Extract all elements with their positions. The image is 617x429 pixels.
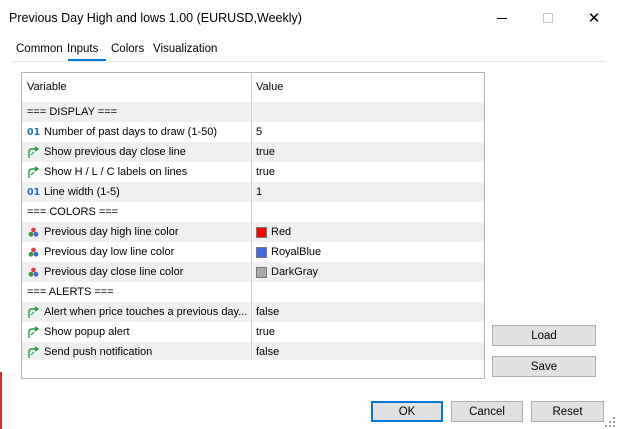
value-cell[interactable]: Red xyxy=(252,222,484,242)
value-text: true xyxy=(256,166,275,178)
variable-label: Show H / L / C labels on lines xyxy=(44,166,188,178)
save-button[interactable]: Save xyxy=(492,356,596,377)
value-text: true xyxy=(256,326,275,338)
variable-label: Send push notification xyxy=(44,346,153,358)
variable-cell: Previous day low line color xyxy=(22,242,252,262)
color-swatch[interactable] xyxy=(256,266,267,278)
value-text: 5 xyxy=(256,126,263,138)
close-button[interactable]: ✕ xyxy=(571,0,617,36)
value-text: Red xyxy=(271,226,292,238)
variable-label: Alert when price touches a previous day.… xyxy=(44,306,248,318)
background-window-edge xyxy=(0,372,2,429)
value-cell[interactable]: 5 xyxy=(252,122,484,142)
table-section-row[interactable]: === DISPLAY === xyxy=(22,102,484,122)
table-row[interactable]: Show H / L / C labels on lines true xyxy=(22,162,484,182)
color-icon xyxy=(27,226,40,239)
color-swatch[interactable] xyxy=(256,226,267,238)
variable-cell: Previous day high line color xyxy=(22,222,252,242)
value-cell[interactable]: true xyxy=(252,142,484,162)
table-row[interactable]: 01 Line width (1-5) 1 xyxy=(22,182,484,202)
variable-label: Line width (1-5) xyxy=(44,186,120,198)
title-bar: Previous Day High and lows 1.00 (EURUSD,… xyxy=(0,0,617,36)
table-empty-area xyxy=(22,360,484,378)
close-icon: ✕ xyxy=(587,8,601,27)
value-cell xyxy=(252,282,484,302)
tab-visualization[interactable]: Visualization xyxy=(153,43,217,55)
bool-icon xyxy=(27,305,40,319)
ok-button[interactable]: OK xyxy=(371,401,443,422)
value-text: false xyxy=(256,306,280,318)
reset-button[interactable]: Reset xyxy=(531,401,604,422)
value-text: true xyxy=(256,146,275,158)
variable-label: Number of past days to draw (1-50) xyxy=(44,126,218,138)
table-row[interactable]: Previous day close line color DarkGray xyxy=(22,262,484,282)
cancel-button[interactable]: Cancel xyxy=(451,401,523,422)
table-row[interactable]: Send push notification false xyxy=(22,342,484,362)
table-row[interactable]: Show previous day close line true xyxy=(22,142,484,162)
color-icon xyxy=(27,246,40,259)
bool-icon xyxy=(27,345,40,359)
bool-icon xyxy=(27,145,40,159)
table-row[interactable]: Alert when price touches a previous day.… xyxy=(22,302,484,322)
inputs-table: Variable Value === DISPLAY === 01 Number o… xyxy=(21,72,485,379)
value-cell xyxy=(252,102,484,122)
variable-cell: Show popup alert xyxy=(22,322,252,342)
variable-cell: 01 Line width (1-5) xyxy=(22,182,252,202)
variable-label: Previous day close line color xyxy=(44,266,184,278)
value-cell xyxy=(252,202,484,222)
column-header-value[interactable]: Value xyxy=(252,73,484,101)
bool-icon xyxy=(27,165,40,179)
value-text: 1 xyxy=(256,186,263,198)
table-header: Variable Value xyxy=(22,73,484,101)
variable-cell: Previous day close line color xyxy=(22,262,252,282)
variable-label: === ALERTS === xyxy=(27,286,114,298)
variable-label: Show previous day close line xyxy=(44,146,186,158)
color-icon xyxy=(27,266,40,279)
variable-cell: === DISPLAY === xyxy=(22,102,252,122)
window-title: Previous Day High and lows 1.00 (EURUSD,… xyxy=(9,11,302,25)
variable-label: Previous day low line color xyxy=(44,246,175,258)
value-text: false xyxy=(256,346,280,358)
tab-colors[interactable]: Colors xyxy=(111,43,144,55)
value-cell[interactable]: RoyalBlue xyxy=(252,242,484,262)
variable-cell: 01 Number of past days to draw (1-50) xyxy=(22,122,252,142)
tab-common[interactable]: Common xyxy=(16,43,63,55)
value-cell[interactable]: 1 xyxy=(252,182,484,202)
value-text: RoyalBlue xyxy=(271,246,322,258)
integer-icon: 01 xyxy=(27,126,41,138)
variable-cell: Alert when price touches a previous day.… xyxy=(22,302,252,322)
load-button[interactable]: Load xyxy=(492,325,596,346)
variable-cell: Send push notification xyxy=(22,342,252,362)
color-swatch[interactable] xyxy=(256,246,267,258)
variable-label: === DISPLAY === xyxy=(27,106,118,118)
resize-grip-icon[interactable] xyxy=(604,416,616,428)
table-section-row[interactable]: === COLORS === xyxy=(22,202,484,222)
value-cell[interactable]: true xyxy=(252,322,484,342)
variable-label: Show popup alert xyxy=(44,326,130,338)
variable-cell: Show H / L / C labels on lines xyxy=(22,162,252,182)
value-cell[interactable]: false xyxy=(252,302,484,322)
table-row[interactable]: Show popup alert true xyxy=(22,322,484,342)
minimize-icon xyxy=(497,17,507,19)
column-header-variable[interactable]: Variable xyxy=(22,73,252,101)
variable-cell: Show previous day close line xyxy=(22,142,252,162)
table-row[interactable]: Previous day high line color Red xyxy=(22,222,484,242)
variable-cell: === ALERTS === xyxy=(22,282,252,302)
tab-inputs[interactable]: Inputs xyxy=(67,43,98,55)
table-section-row[interactable]: === ALERTS === xyxy=(22,282,484,302)
variable-label: Previous day high line color xyxy=(44,226,179,238)
variable-label: === COLORS === xyxy=(27,206,119,218)
variable-cell: === COLORS === xyxy=(22,202,252,222)
maximize-button[interactable] xyxy=(525,0,571,36)
integer-icon: 01 xyxy=(27,186,41,198)
value-cell[interactable]: DarkGray xyxy=(252,262,484,282)
value-cell[interactable]: true xyxy=(252,162,484,182)
table-row[interactable]: Previous day low line color RoyalBlue xyxy=(22,242,484,262)
maximize-icon xyxy=(543,13,553,23)
value-cell[interactable]: false xyxy=(252,342,484,362)
value-text: DarkGray xyxy=(271,266,319,278)
minimize-button[interactable] xyxy=(479,0,525,36)
table-row[interactable]: 01 Number of past days to draw (1-50) 5 xyxy=(22,122,484,142)
bool-icon xyxy=(27,325,40,339)
